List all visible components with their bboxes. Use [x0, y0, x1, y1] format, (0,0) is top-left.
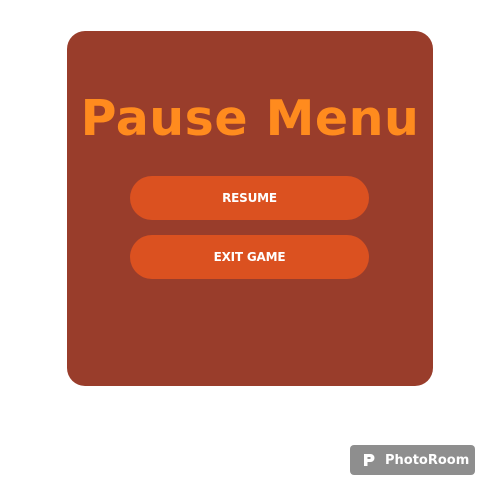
resume-button-label: RESUME [222, 191, 277, 205]
resume-button[interactable]: RESUME [130, 176, 369, 220]
photoroom-logo-icon [360, 451, 378, 469]
watermark-text: PhotoRoom [385, 452, 470, 468]
pause-menu-panel: Pause Menu RESUME EXIT GAME [67, 31, 433, 386]
screen: Pause Menu RESUME EXIT GAME PhotoRoom [0, 0, 500, 500]
photoroom-watermark: PhotoRoom [350, 445, 475, 475]
exit-game-button-label: EXIT GAME [213, 250, 286, 264]
exit-game-button[interactable]: EXIT GAME [130, 235, 369, 279]
pause-menu-title: Pause Menu [80, 90, 420, 147]
